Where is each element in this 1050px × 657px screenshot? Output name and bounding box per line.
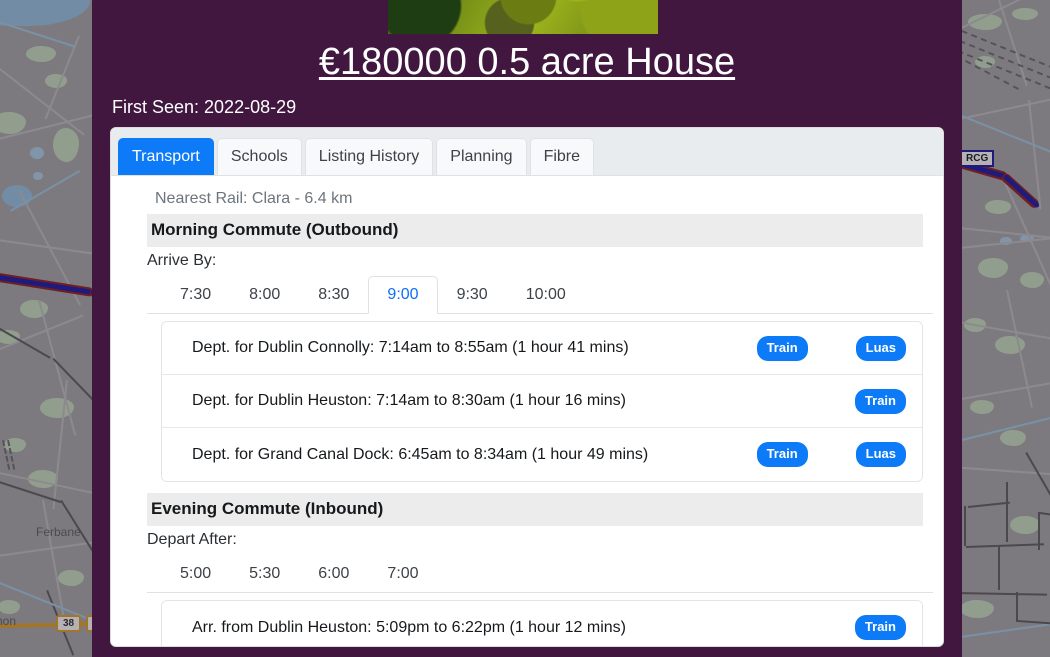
badge-group: Train Luas [629, 335, 908, 361]
page-title[interactable]: €180000 0.5 acre House [92, 40, 962, 84]
morning-time-0930[interactable]: 9:30 [438, 276, 507, 314]
evening-commute-title: Evening Commute (Inbound) [151, 499, 384, 518]
tab-schools[interactable]: Schools [216, 138, 302, 175]
badge-group: Train [626, 615, 908, 640]
morning-time-0800[interactable]: 8:00 [230, 276, 299, 314]
list-item[interactable]: Arr. from Dublin Heuston: 5:09pm to 6:22… [162, 601, 922, 646]
tab-fibre[interactable]: Fibre [529, 138, 595, 175]
badge-group: Train Luas [648, 442, 908, 467]
listing-panel: €180000 0.5 acre House First Seen: 2022-… [92, 0, 962, 657]
list-item[interactable]: Dept. for Dublin Connolly: 7:14am to 8:5… [162, 322, 922, 375]
mode-badge-train: Train [756, 335, 808, 361]
morning-time-1000[interactable]: 10:00 [507, 276, 585, 314]
mode-badge-luas: Luas [855, 442, 906, 467]
morning-commute-title: Morning Commute (Outbound) [151, 220, 399, 239]
mode-badge-train: Train [756, 442, 808, 467]
evening-commute-header: Evening Commute (Inbound) [147, 493, 923, 526]
listing-photo[interactable] [388, 0, 658, 34]
detail-card: Transport Schools Listing History Planni… [110, 127, 944, 647]
morning-time-0830[interactable]: 8:30 [299, 276, 368, 314]
arrive-by-label: Arrive By: [147, 252, 217, 269]
mode-badge-luas: Luas [855, 335, 906, 361]
depart-after-label: Depart After: [147, 531, 237, 548]
badge-group: Train [626, 388, 908, 414]
route-text: Dept. for Grand Canal Dock: 6:45am to 8:… [192, 445, 649, 463]
first-seen-label: First Seen: 2022-08-29 [112, 97, 297, 117]
evening-time-nav: 5:00 5:30 6:00 7:00 [147, 555, 933, 593]
route-text: Arr. from Dublin Heuston: 5:09pm to 6:22… [192, 618, 626, 636]
mode-badge-train: Train [854, 615, 906, 640]
evening-time-0600[interactable]: 6:00 [299, 555, 368, 593]
morning-time-0730[interactable]: 7:30 [161, 276, 230, 314]
route-text: Dept. for Dublin Heuston: 7:14am to 8:30… [192, 392, 626, 409]
morning-time-nav: 7:30 8:00 8:30 9:00 9:30 10:00 [147, 276, 933, 314]
list-item[interactable]: Dept. for Grand Canal Dock: 6:45am to 8:… [162, 428, 922, 481]
tab-transport[interactable]: Transport [118, 138, 214, 175]
transport-panel: Nearest Rail: Clara - 6.4 km Morning Com… [111, 176, 943, 646]
mode-badge-train: Train [854, 388, 906, 414]
tab-listing-history[interactable]: Listing History [304, 138, 434, 175]
morning-time-0900[interactable]: 9:00 [368, 276, 438, 314]
route-text: Dept. for Dublin Connolly: 7:14am to 8:5… [192, 339, 629, 356]
nearest-rail-label: Nearest Rail: Clara - 6.4 km [155, 190, 353, 207]
list-item[interactable]: Dept. for Dublin Heuston: 7:14am to 8:30… [162, 375, 922, 428]
evening-time-0530[interactable]: 5:30 [230, 555, 299, 593]
tab-bar: Transport Schools Listing History Planni… [111, 128, 943, 176]
morning-commute-header: Morning Commute (Outbound) [147, 214, 923, 247]
evening-results-list: Arr. from Dublin Heuston: 5:09pm to 6:22… [161, 600, 923, 646]
tab-planning[interactable]: Planning [436, 138, 527, 175]
evening-time-0500[interactable]: 5:00 [161, 555, 230, 593]
evening-time-0700[interactable]: 7:00 [368, 555, 437, 593]
morning-results-list: Dept. for Dublin Connolly: 7:14am to 8:5… [161, 321, 923, 482]
